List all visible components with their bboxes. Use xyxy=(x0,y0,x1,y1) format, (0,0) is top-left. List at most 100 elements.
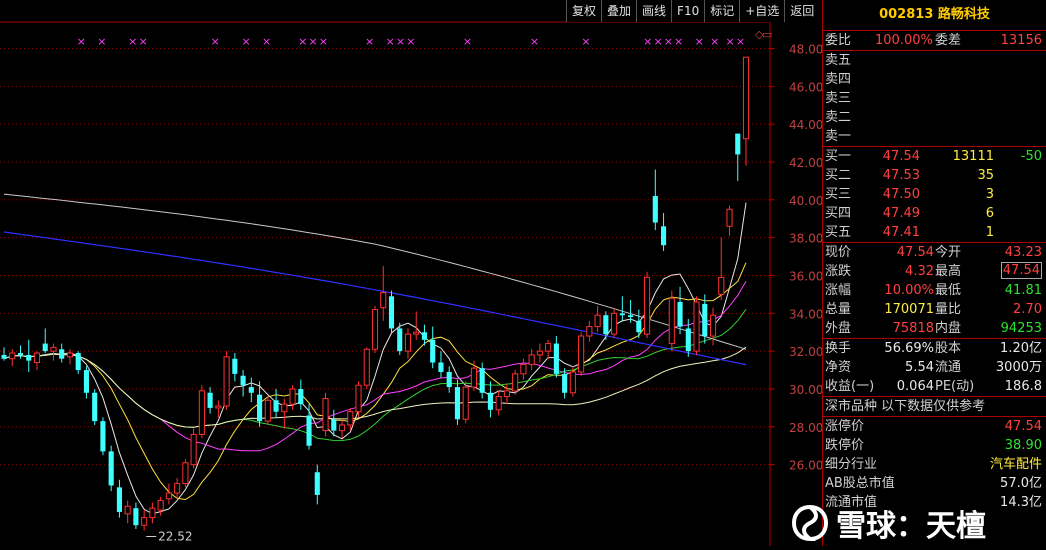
candle[interactable] xyxy=(536,343,543,363)
industry-value[interactable]: 汽车配件 xyxy=(990,455,1042,474)
info-mark[interactable]: × xyxy=(695,35,704,48)
candle[interactable] xyxy=(479,362,485,399)
candle[interactable] xyxy=(644,271,651,338)
candle[interactable] xyxy=(42,328,48,354)
candle[interactable] xyxy=(133,502,139,529)
candle[interactable] xyxy=(380,266,387,321)
candle[interactable] xyxy=(388,290,395,335)
candle[interactable] xyxy=(223,351,230,410)
info-mark[interactable]: × xyxy=(262,35,271,48)
candle[interactable] xyxy=(314,464,320,505)
candle[interactable] xyxy=(149,502,156,524)
candle[interactable] xyxy=(553,336,559,378)
info-mark[interactable]: × xyxy=(396,35,405,48)
toolbar-restore-rights-button[interactable]: 复权 xyxy=(566,0,602,22)
candle[interactable] xyxy=(363,347,370,389)
toolbar-mark-button[interactable]: 标记 xyxy=(704,0,740,22)
candle[interactable] xyxy=(495,390,502,416)
candle[interactable] xyxy=(528,349,535,371)
candle[interactable] xyxy=(520,358,527,380)
candle[interactable] xyxy=(165,483,172,505)
info-mark[interactable]: × xyxy=(77,35,86,48)
toolbar-f10-button[interactable]: F10 xyxy=(671,0,705,22)
candle[interactable] xyxy=(50,343,57,361)
candle[interactable] xyxy=(298,379,304,410)
candle[interactable] xyxy=(718,237,725,301)
info-mark[interactable]: × xyxy=(241,35,250,48)
candle[interactable] xyxy=(198,385,205,439)
candle[interactable] xyxy=(545,339,552,359)
toolbar-back-button[interactable]: 返回 xyxy=(784,0,820,22)
info-mark[interactable]: × xyxy=(406,35,415,48)
info-mark[interactable]: × xyxy=(319,35,328,48)
candle[interactable] xyxy=(100,417,106,456)
candle[interactable] xyxy=(92,388,98,425)
candle[interactable] xyxy=(611,307,618,338)
candle[interactable] xyxy=(322,392,329,437)
candle[interactable] xyxy=(1,347,7,361)
candle[interactable] xyxy=(289,385,296,410)
candle[interactable] xyxy=(108,445,114,492)
candle[interactable] xyxy=(735,133,741,181)
candle[interactable] xyxy=(430,326,436,369)
info-mark[interactable]: × xyxy=(97,35,106,48)
candle[interactable] xyxy=(207,387,213,414)
candle[interactable] xyxy=(59,343,65,363)
candle[interactable] xyxy=(124,500,131,524)
info-mark[interactable]: × xyxy=(653,35,662,48)
candle[interactable] xyxy=(677,286,683,335)
candle[interactable] xyxy=(503,383,510,405)
candle[interactable] xyxy=(306,404,312,450)
candle[interactable] xyxy=(619,296,625,321)
candle[interactable] xyxy=(569,366,576,397)
candle[interactable] xyxy=(248,377,254,403)
info-mark[interactable]: × xyxy=(674,35,683,48)
candle[interactable] xyxy=(75,351,81,374)
candle[interactable] xyxy=(652,169,658,231)
candle[interactable] xyxy=(404,328,412,359)
candle[interactable] xyxy=(438,351,444,378)
candle[interactable] xyxy=(157,496,164,516)
info-mark[interactable]: × xyxy=(138,35,147,48)
info-mark[interactable]: × xyxy=(710,35,719,48)
candle[interactable] xyxy=(470,360,477,391)
info-mark[interactable]: × xyxy=(736,35,745,48)
candle[interactable] xyxy=(578,332,585,376)
candle[interactable] xyxy=(512,370,519,395)
candle[interactable] xyxy=(454,379,461,425)
candle[interactable] xyxy=(446,366,452,393)
info-mark[interactable]: × xyxy=(664,35,673,48)
toolbar-overlay-button[interactable]: 叠加 xyxy=(601,0,637,22)
info-mark[interactable]: × xyxy=(463,35,472,48)
candle[interactable] xyxy=(174,477,181,499)
info-mark[interactable]: × xyxy=(581,35,590,48)
candle[interactable] xyxy=(742,56,750,166)
candle[interactable] xyxy=(232,353,238,382)
candle[interactable] xyxy=(594,305,601,333)
toolbar-draw-line-button[interactable]: 画线 xyxy=(636,0,672,22)
candle[interactable] xyxy=(355,381,362,418)
candle[interactable] xyxy=(264,396,271,425)
info-mark[interactable]: × xyxy=(211,35,220,48)
candle[interactable] xyxy=(190,428,197,469)
candle[interactable] xyxy=(17,345,24,359)
candle[interactable] xyxy=(9,349,16,367)
candle[interactable] xyxy=(586,320,593,342)
candle[interactable] xyxy=(141,510,148,531)
candle[interactable] xyxy=(281,398,288,429)
toolbar-add-watchlist-button[interactable]: +自选 xyxy=(739,0,785,22)
candle[interactable] xyxy=(33,351,41,371)
candle[interactable] xyxy=(371,305,379,354)
info-mark[interactable]: × xyxy=(530,35,539,48)
candle[interactable] xyxy=(338,419,346,439)
candle[interactable] xyxy=(660,213,667,251)
candle[interactable] xyxy=(726,205,733,236)
kline-chart[interactable]: × × × × × × × × × × × × × × × × × × × × × × × × × ◇ ▭ 48.00 46.00 44… xyxy=(0,0,823,546)
info-mark[interactable]: × xyxy=(365,35,374,48)
candle[interactable] xyxy=(413,311,420,340)
info-mark[interactable]: × xyxy=(726,35,735,48)
candle[interactable] xyxy=(487,381,493,418)
candle[interactable] xyxy=(182,458,189,488)
candle[interactable] xyxy=(83,366,90,399)
candle[interactable] xyxy=(240,370,246,397)
